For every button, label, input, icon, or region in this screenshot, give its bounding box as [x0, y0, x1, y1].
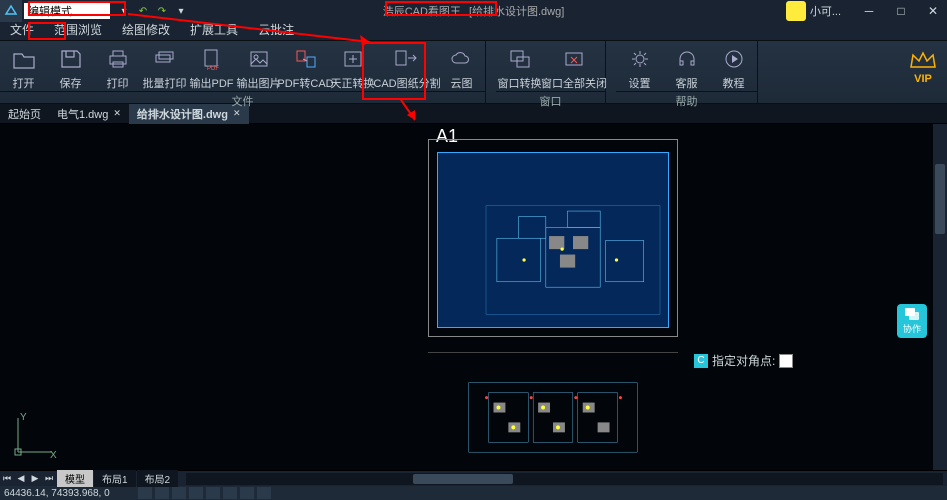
app-title: 浩辰CAD看图王 [383, 3, 461, 19]
play-icon [720, 46, 748, 72]
svg-text:PDF: PDF [207, 66, 219, 70]
command-icon: C [694, 354, 708, 368]
corner-checkbox[interactable] [779, 354, 793, 368]
vertical-scrollbar[interactable] [933, 124, 947, 470]
tz-icon [339, 46, 367, 72]
canvas-area[interactable]: A1 C 指定对角点: 协作 [0, 124, 947, 470]
gear-icon [626, 46, 654, 72]
menu-draw[interactable]: 绘图修改 [112, 19, 180, 40]
svg-text:X: X [50, 450, 57, 460]
tianzheng-button[interactable]: 天正转换 [329, 43, 376, 91]
status-tool-grid[interactable] [155, 487, 169, 499]
horizontal-scrollbar[interactable] [186, 473, 943, 485]
menu-bar: 文件 范围浏览 绘图修改 扩展工具 云批注 [0, 22, 947, 40]
vip-badge[interactable]: VIP [907, 49, 939, 85]
win-close-icon [560, 46, 588, 72]
tab-nav-first[interactable]: ⏮ [0, 472, 14, 486]
ribbon-group-label: 文件 [0, 91, 485, 110]
tab-nav-prev[interactable]: ◀ [14, 472, 28, 486]
cloud-button[interactable]: 云图 [438, 43, 485, 91]
settings-button[interactable]: 设置 [616, 43, 663, 91]
undo-icon[interactable]: ↶ [135, 3, 151, 19]
print-button[interactable]: 打印 [94, 43, 141, 91]
img-out-icon [245, 46, 273, 72]
window-switch-button[interactable]: 窗口转换 [496, 43, 543, 91]
scrollbar-thumb[interactable] [413, 474, 513, 484]
avatar[interactable] [786, 1, 806, 21]
dropdown-icon[interactable]: ▾ [116, 3, 132, 19]
status-tool-track[interactable] [223, 487, 237, 499]
split-icon [393, 46, 421, 72]
status-tool-ortho[interactable] [172, 487, 186, 499]
floorplan-drawing-2 [428, 353, 678, 470]
batch-print-button[interactable]: 批量打印 [141, 43, 188, 91]
save-icon [57, 46, 85, 72]
ribbon-group-label: 帮助 [616, 91, 757, 110]
cloud-icon [448, 46, 476, 72]
layout-tab-model[interactable]: 模型 [57, 470, 93, 487]
app-logo-icon [0, 0, 22, 22]
cad-split-button[interactable]: CAD图纸分割 [376, 43, 438, 91]
corner-checkbox-area: C 指定对角点: [694, 352, 793, 369]
crown-icon [907, 49, 939, 71]
open-button[interactable]: 打开 [0, 43, 47, 91]
ucs-icon: YX [10, 410, 60, 460]
tutorial-button[interactable]: 教程 [710, 43, 757, 91]
export-pdf-button[interactable]: PDF输出PDF [188, 43, 235, 91]
headset-icon [673, 46, 701, 72]
minimize-button[interactable]: ─ [855, 1, 883, 21]
support-button[interactable]: 客服 [663, 43, 710, 91]
save-button[interactable]: 保存 [47, 43, 94, 91]
username: 小可... [810, 3, 841, 19]
menu-tools[interactable]: 扩展工具 [180, 19, 248, 40]
ribbon: 打开 保存 打印 批量打印 PDF输出PDF 输出图片 PDF转CAD 天正转换… [0, 40, 947, 104]
chat-icon [904, 307, 920, 321]
layout-tab-2[interactable]: 布局2 [137, 470, 179, 487]
coordinates: 64436.14, 74393.968, 0 [4, 488, 110, 499]
floorplan-drawing [458, 173, 688, 347]
collaboration-button[interactable]: 协作 [897, 304, 927, 338]
win-switch-icon [506, 46, 534, 72]
menu-cloud[interactable]: 云批注 [248, 19, 304, 40]
drawing-viewport [428, 139, 678, 337]
status-tool-dyn[interactable] [240, 487, 254, 499]
pdf-cad-icon [292, 46, 320, 72]
title-bar: ▾ ↶ ↷ ▾ 浩辰CAD看图王 [给排水设计图.dwg] 小可... ─ □ … [0, 0, 947, 22]
tab-nav-last[interactable]: ⏭ [42, 472, 56, 486]
layout-tabs: ⏮ ◀ ▶ ⏭ 模型 布局1 布局2 [0, 470, 947, 486]
pdf-to-cad-button[interactable]: PDF转CAD [282, 43, 329, 91]
ribbon-group-window: 窗口转换 窗口全部关闭 窗口 [496, 41, 606, 103]
status-tool-polar[interactable] [189, 487, 203, 499]
menu-file[interactable]: 文件 [0, 19, 44, 40]
tab-nav-next[interactable]: ▶ [28, 472, 42, 486]
open-icon [10, 46, 38, 72]
mode-input[interactable] [24, 3, 110, 19]
redo-icon[interactable]: ↷ [154, 3, 170, 19]
second-drawing [428, 352, 678, 470]
tool-icon[interactable]: ▾ [173, 3, 189, 19]
close-all-windows-button[interactable]: 窗口全部关闭 [543, 43, 605, 91]
batch-print-icon [151, 46, 179, 72]
status-tool-lw[interactable] [257, 487, 271, 499]
layout-tab-1[interactable]: 布局1 [94, 470, 136, 487]
status-tool-snap[interactable] [138, 487, 152, 499]
svg-text:Y: Y [20, 412, 27, 423]
scrollbar-thumb[interactable] [935, 164, 945, 234]
ribbon-group-help: 设置 客服 教程 帮助 [616, 41, 758, 103]
status-bar: 64436.14, 74393.968, 0 [0, 486, 947, 500]
export-image-button[interactable]: 输出图片 [235, 43, 282, 91]
close-button[interactable]: ✕ [919, 1, 947, 21]
pdf-out-icon: PDF [198, 46, 226, 72]
print-icon [104, 46, 132, 72]
ribbon-group-label: 窗口 [496, 91, 605, 110]
maximize-button[interactable]: □ [887, 1, 915, 21]
doc-title: [给排水设计图.dwg] [469, 3, 564, 19]
status-tool-osnap[interactable] [206, 487, 220, 499]
menu-view[interactable]: 范围浏览 [44, 19, 112, 40]
ribbon-group-file: 打开 保存 打印 批量打印 PDF输出PDF 输出图片 PDF转CAD 天正转换… [0, 41, 486, 103]
